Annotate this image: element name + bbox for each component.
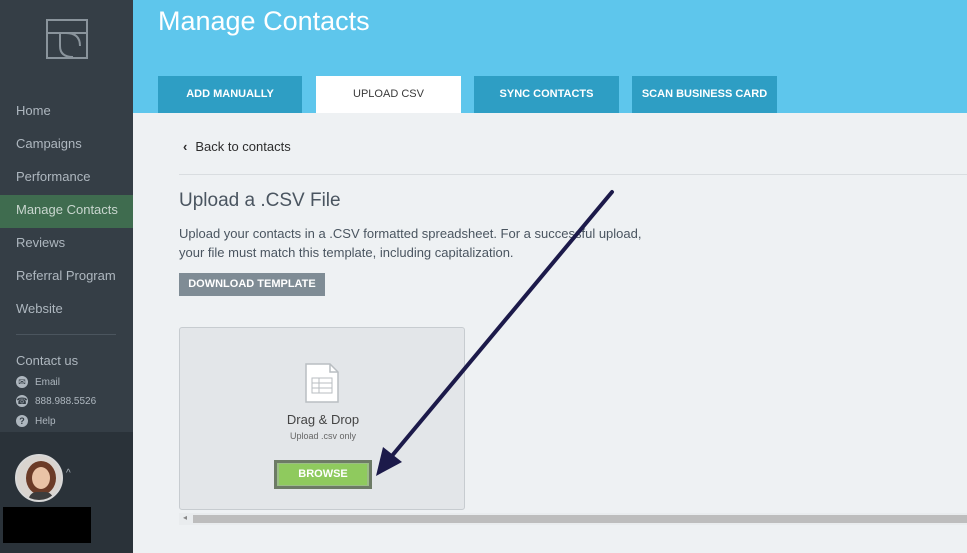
scroll-left-arrow-icon[interactable]: ◂ bbox=[183, 513, 187, 522]
sidebar-item-performance[interactable]: Performance bbox=[0, 162, 133, 195]
contact-phone-link[interactable]: ☎ 888.988.5526 bbox=[16, 395, 96, 407]
scrollbar-thumb[interactable] bbox=[193, 515, 967, 523]
logo-icon[interactable] bbox=[46, 19, 88, 59]
browse-button[interactable]: BROWSE bbox=[274, 460, 372, 489]
sidebar-item-manage-contacts[interactable]: Manage Contacts bbox=[0, 195, 133, 228]
back-link-label: Back to contacts bbox=[195, 139, 291, 154]
back-to-contacts-link[interactable]: ‹ Back to contacts bbox=[183, 139, 291, 154]
download-template-button[interactable]: DOWNLOAD TEMPLATE bbox=[179, 273, 325, 296]
dropzone-subtitle: Upload .csv only bbox=[289, 431, 357, 441]
browse-button-label: BROWSE bbox=[279, 464, 367, 485]
user-menu[interactable]: ^ bbox=[0, 432, 133, 553]
contact-email-link[interactable]: ✉ Email bbox=[16, 376, 60, 388]
caret-up-icon[interactable]: ^ bbox=[66, 468, 71, 479]
sidebar-item-home[interactable]: Home bbox=[0, 96, 133, 129]
sidebar: Home Campaigns Performance Manage Contac… bbox=[0, 0, 133, 553]
chevron-left-icon: ‹ bbox=[183, 139, 188, 154]
tab-scan-business-card[interactable]: SCAN BUSINESS CARD bbox=[632, 76, 777, 113]
contact-help-label: Help bbox=[35, 415, 56, 427]
page-header: Manage Contacts ADD MANUALLY UPLOAD CSV … bbox=[133, 0, 967, 113]
sidebar-item-website[interactable]: Website bbox=[0, 294, 133, 327]
csv-dropzone[interactable]: Drag & Drop Upload .csv only BROWSE bbox=[179, 327, 465, 510]
redacted-username bbox=[3, 507, 91, 543]
horizontal-scrollbar[interactable]: ◂ bbox=[179, 513, 967, 525]
sidebar-nav: Home Campaigns Performance Manage Contac… bbox=[0, 96, 133, 327]
contact-email-label: Email bbox=[35, 376, 61, 388]
contact-us-heading: Contact us bbox=[16, 353, 79, 368]
tab-upload-csv[interactable]: UPLOAD CSV bbox=[316, 76, 461, 113]
dropzone-title: Drag & Drop bbox=[286, 412, 360, 427]
page-title: Manage Contacts bbox=[158, 6, 370, 36]
help-icon: ? bbox=[16, 415, 28, 427]
email-icon: ✉ bbox=[16, 376, 28, 388]
contact-phone-label: 888.988.5526 bbox=[35, 395, 97, 407]
divider bbox=[179, 174, 967, 175]
tab-sync-contacts[interactable]: SYNC CONTACTS bbox=[474, 76, 619, 113]
phone-icon: ☎ bbox=[16, 395, 28, 407]
upload-description: Upload your contacts in a .CSV formatted… bbox=[179, 226, 642, 260]
main-content: ‹ Back to contacts Upload a .CSV File Up… bbox=[133, 113, 967, 553]
file-spreadsheet-icon bbox=[305, 363, 339, 403]
sidebar-item-campaigns[interactable]: Campaigns bbox=[0, 129, 133, 162]
sidebar-item-referral-program[interactable]: Referral Program bbox=[0, 261, 133, 294]
tab-add-manually[interactable]: ADD MANUALLY bbox=[158, 76, 302, 113]
sidebar-divider bbox=[16, 334, 116, 335]
contact-help-link[interactable]: ? Help bbox=[16, 415, 56, 427]
sidebar-item-reviews[interactable]: Reviews bbox=[0, 228, 133, 261]
section-title: Upload a .CSV File bbox=[179, 190, 341, 211]
avatar[interactable] bbox=[15, 454, 63, 502]
